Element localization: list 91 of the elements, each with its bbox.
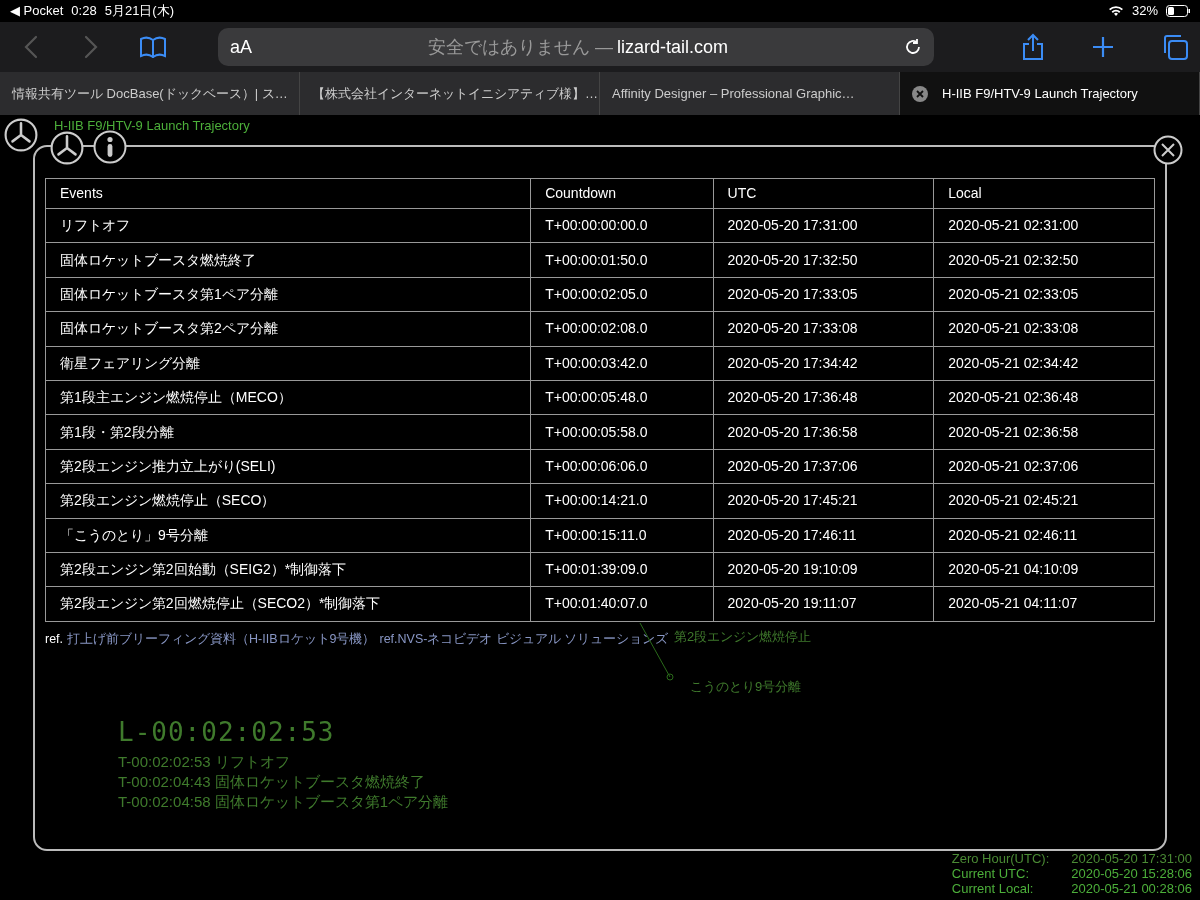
page-title: H-IIB F9/HTV-9 Launch Trajectory [54, 117, 250, 135]
table-cell: 2020-05-21 02:46:11 [933, 518, 1155, 553]
table-cell: 2020-05-21 02:33:08 [933, 311, 1155, 347]
table-cell: T+00:00:06:06.0 [530, 449, 714, 484]
domain-text: lizard-tail.com [617, 35, 729, 59]
info-label: Zero Hour(UTC): [951, 851, 1050, 866]
column-header: Countdown [530, 178, 714, 209]
info-label: Current Local: [951, 881, 1035, 896]
plus-icon[interactable] [1092, 36, 1114, 58]
map-label: 第2段エンジン燃焼停止 [674, 628, 812, 646]
table-cell: 2020-05-21 02:32:50 [933, 242, 1155, 278]
table-cell: 2020-05-20 17:36:58 [713, 414, 934, 450]
table-cell: T+00:00:02:08.0 [530, 311, 714, 347]
table-cell: 2020-05-20 17:46:11 [713, 518, 934, 553]
table-cell: 2020-05-20 17:33:05 [713, 277, 934, 312]
table-cell: 2020-05-20 17:32:50 [713, 242, 934, 278]
table-cell: 「こうのとり」9号分離 [45, 518, 531, 553]
table-cell: 2020-05-21 02:31:00 [933, 208, 1155, 243]
table-cell: 第2段エンジン燃焼停止（SECO） [45, 483, 531, 518]
table-cell: 2020-05-21 02:36:48 [933, 380, 1155, 415]
table-cell: T+00:00:00:00.0 [530, 208, 714, 243]
table-cell: 2020-05-21 04:10:09 [933, 552, 1155, 587]
close-icon[interactable] [912, 85, 928, 102]
table-cell: 第2段エンジン第2回始動（SEIG2）*制御落下 [45, 552, 531, 587]
column-header: Events [45, 178, 531, 209]
table-cell: T+00:00:14:21.0 [530, 483, 714, 518]
table-cell: T+00:01:39:09.0 [530, 552, 714, 587]
table-cell: T+00:00:01:50.0 [530, 242, 714, 278]
security-warning: 安全ではありません — [428, 35, 613, 59]
browser-tab[interactable]: 【株式会社インターネットイニシアティブ様】… [300, 72, 600, 115]
countdown-event: T-00:02:02:53 リフトオフ [118, 752, 291, 772]
battery-percent: 32% [1131, 2, 1158, 21]
reference-link[interactable]: 打上げ前ブリーフィング資料（H-IIBロケット9号機） [67, 629, 376, 649]
countdown-event: T-00:02:04:58 固体ロケットブースタ第1ペア分離 [118, 792, 449, 812]
table-cell: 2020-05-21 02:33:05 [933, 277, 1155, 312]
info-label: Current UTC: [951, 866, 1031, 881]
table-cell: 2020-05-21 02:45:21 [933, 483, 1155, 518]
table-cell: 衛星フェアリング分離 [45, 346, 531, 381]
back-link[interactable]: ◀ Pocket [10, 1, 64, 21]
table-cell: 2020-05-20 19:11:07 [713, 586, 934, 622]
clock-icon[interactable] [4, 118, 38, 152]
table-cell: 固体ロケットブースタ第1ペア分離 [45, 277, 531, 312]
ref-prefix: ref. [45, 630, 64, 648]
info-value: 2020-05-20 17:31:00 [1071, 851, 1192, 866]
table-cell: 2020-05-21 04:11:07 [933, 586, 1155, 622]
table-cell: 2020-05-21 02:34:42 [933, 346, 1155, 381]
date-text: 5月21日(木) [104, 2, 175, 21]
table-cell: T+00:00:02:05.0 [530, 277, 714, 312]
column-header: Local [933, 178, 1155, 209]
table-cell: 2020-05-21 02:36:58 [933, 414, 1155, 450]
map-label: こうのとり9号分離 [690, 678, 802, 696]
table-cell: 2020-05-20 17:36:48 [713, 380, 934, 415]
table-cell: リフトオフ [45, 208, 531, 243]
table-cell: 2020-05-20 17:33:08 [713, 311, 934, 347]
table-cell: T+00:00:05:48.0 [530, 380, 714, 415]
countdown-event: T-00:02:04:43 固体ロケットブースタ燃焼終了 [118, 772, 426, 792]
reload-icon[interactable] [904, 38, 922, 56]
info-value: 2020-05-21 00:28:06 [1071, 881, 1192, 896]
clock-icon[interactable] [50, 131, 84, 165]
table-cell: 2020-05-21 02:37:06 [933, 449, 1155, 484]
address-bar[interactable]: aA 安全ではありません — lizard-tail.com [218, 28, 934, 66]
share-icon[interactable] [1022, 33, 1044, 61]
table-cell: 第1段・第2段分離 [45, 414, 531, 450]
table-cell: 2020-05-20 17:45:21 [713, 483, 934, 518]
browser-tab[interactable]: H-IIB F9/HTV-9 Launch Trajectory [900, 72, 1200, 115]
table-cell: T+00:01:40:07.0 [530, 586, 714, 622]
table-cell: 固体ロケットブースタ燃焼終了 [45, 242, 531, 278]
table-cell: 第2段エンジン推力立上がり(SELI) [45, 449, 531, 484]
info-value: 2020-05-20 15:28:06 [1071, 866, 1192, 881]
close-icon[interactable] [1153, 135, 1183, 165]
countdown-clock: L-00:02:02:53 [118, 716, 336, 749]
text-size-button[interactable]: aA [230, 33, 253, 61]
reference-link[interactable]: ref.NVS-ネコビデオ ビジュアル ソリューションズ [379, 629, 669, 649]
wifi-icon [1107, 5, 1124, 17]
table-cell: 2020-05-20 17:31:00 [713, 208, 934, 243]
book-icon[interactable] [140, 36, 166, 58]
table-cell: 2020-05-20 17:37:06 [713, 449, 934, 484]
table-cell: 2020-05-20 17:34:42 [713, 346, 934, 381]
table-cell: 第1段主エンジン燃焼停止（MECO） [45, 380, 531, 415]
table-cell: T+00:00:03:42.0 [530, 346, 714, 381]
table-cell: 第2段エンジン第2回燃焼停止（SECO2）*制御落下 [45, 586, 531, 622]
tabs-icon[interactable] [1162, 34, 1188, 60]
table-cell: 固体ロケットブースタ第2ペア分離 [45, 311, 531, 347]
table-cell: T+00:00:15:11.0 [530, 518, 714, 553]
battery-icon [1166, 5, 1190, 17]
table-cell: 2020-05-20 19:10:09 [713, 552, 934, 587]
table-cell: T+00:00:05:58.0 [530, 414, 714, 450]
info-icon[interactable] [93, 130, 127, 164]
clock-time: 0:28 [71, 2, 97, 21]
column-header: UTC [713, 178, 934, 209]
browser-tab[interactable]: 情報共有ツール DocBase(ドックベース）| ス… [0, 72, 300, 115]
